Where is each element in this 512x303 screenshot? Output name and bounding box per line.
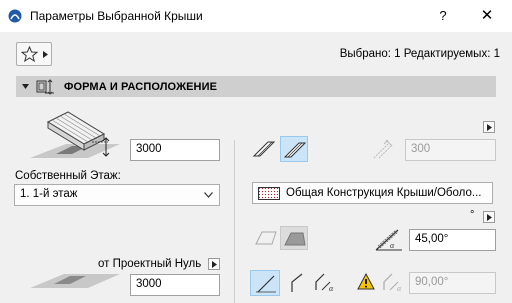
collapse-arrow-icon[interactable] <box>22 84 29 89</box>
svg-text:α: α <box>390 241 395 250</box>
roof-plane-solid-toggle[interactable] <box>280 226 308 250</box>
svg-text:α: α <box>329 284 334 293</box>
warning-icon <box>357 273 375 290</box>
selection-info: Выбрано: 1 Редактируемых: 1 <box>339 48 500 60</box>
roof-height-illustration <box>30 111 120 158</box>
favorites-button[interactable] <box>16 42 52 66</box>
floor-label: Собственный Этаж: <box>15 170 121 182</box>
perpendicular-thickness-icon <box>283 142 307 158</box>
degree-unit-label: ° <box>470 209 475 221</box>
edge-custom-angle-icon[interactable]: α <box>312 272 338 294</box>
roof-plane-solid-icon <box>284 232 306 246</box>
roof-height-input[interactable]: 3000 <box>130 139 220 161</box>
thickness-input[interactable]: 300 <box>405 139 496 161</box>
edge-angle-input[interactable]: 90,00° <box>409 272 496 294</box>
help-button[interactable]: ? <box>434 6 452 26</box>
perpendicular-thickness-toggle[interactable] <box>280 136 308 162</box>
edge-vertical-icon <box>256 275 276 293</box>
pitch-angle-input[interactable]: 45,00° <box>409 229 496 251</box>
star-icon <box>21 46 38 62</box>
archicad-logo-icon <box>8 9 22 23</box>
roof-form-icon <box>36 79 54 95</box>
offset-input[interactable]: 3000 <box>130 274 220 296</box>
vertical-thickness-icon[interactable] <box>252 138 276 160</box>
floor-select[interactable]: 1. 1-й этаж <box>14 184 220 206</box>
edge-vertical-toggle[interactable] <box>250 270 280 296</box>
chevron-down-icon <box>204 192 213 198</box>
structure-select-value: Общая Конструкция Крыши/Оболо... <box>286 187 482 199</box>
section-title: ФОРМА И РАСПОЛОЖЕНИЕ <box>64 81 218 93</box>
edge-angle-disabled-icon: α <box>383 273 402 293</box>
column-divider <box>234 140 235 303</box>
structure-select[interactable]: Общая Конструкция Крыши/Оболо... <box>252 182 493 204</box>
triangle-right-icon <box>487 214 492 221</box>
floor-select-value: 1. 1-й этаж <box>20 188 78 200</box>
composite-pattern-icon <box>258 187 280 200</box>
triangle-right-icon <box>43 51 48 58</box>
svg-text:α: α <box>397 284 402 293</box>
pitch-angle-icon: α <box>375 229 402 251</box>
close-button[interactable]: ✕ <box>476 6 498 26</box>
thickness-options-button[interactable] <box>483 121 495 133</box>
window-title: Параметры Выбранной Крыши <box>30 9 203 23</box>
reference-level-label: от Проектный Нуль <box>98 258 202 270</box>
triangle-right-icon <box>212 261 217 268</box>
edge-perpendicular-icon[interactable] <box>286 272 308 294</box>
reference-level-menu-button[interactable] <box>208 258 220 270</box>
thickness-measure-icon <box>373 139 393 159</box>
angle-options-button[interactable] <box>483 211 495 223</box>
roof-plane-outline-icon[interactable] <box>254 228 278 248</box>
triangle-right-icon <box>487 124 492 131</box>
